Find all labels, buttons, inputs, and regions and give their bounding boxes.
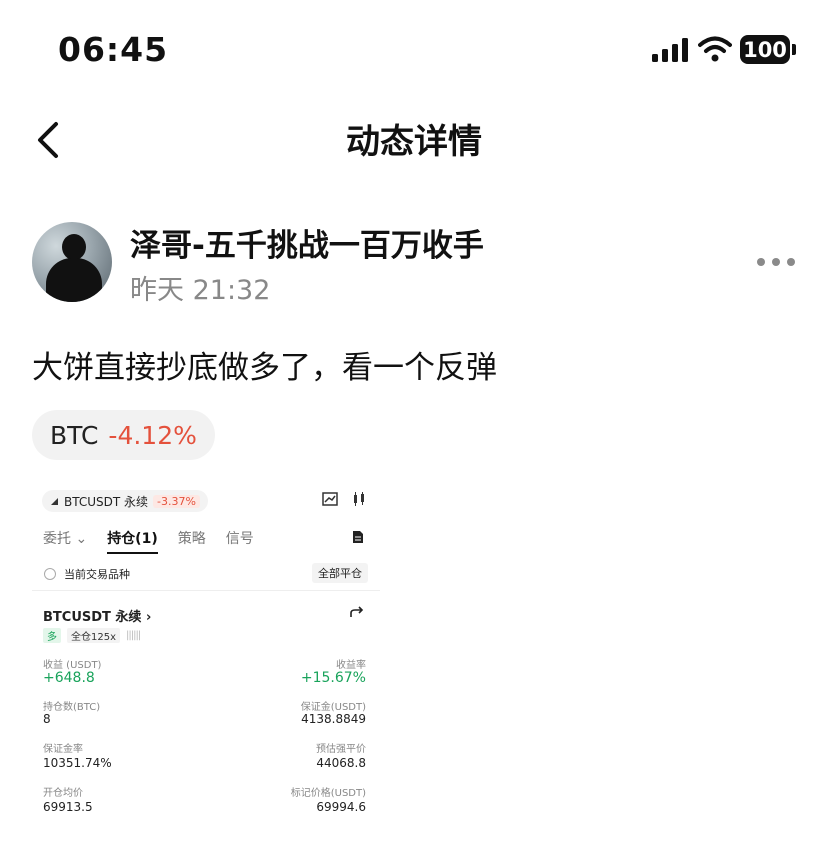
- cellular-signal-icon: [652, 38, 688, 62]
- margin-label: 保证金(USDT): [300, 702, 366, 713]
- pnl-value: +648.8: [43, 670, 95, 686]
- coin-tag[interactable]: BTC -4.12%: [32, 410, 215, 460]
- liq-value: 44068.8: [316, 756, 366, 770]
- status-bar: 06:45 100: [0, 0, 828, 100]
- tab-positions: 持仓(1): [107, 528, 158, 554]
- tab-signals: 信号: [225, 531, 254, 547]
- position-tabs: 委托 ⌄ 持仓(1) 策略 信号: [43, 528, 254, 554]
- tab-strategy: 策略: [177, 531, 206, 547]
- wifi-icon: [698, 36, 732, 62]
- side-badge: 多: [43, 628, 61, 643]
- position-badges: 多 全仓125x ||||||: [43, 628, 141, 643]
- nav-bar: 动态详情: [0, 100, 828, 176]
- roe-value: +15.67%: [300, 670, 366, 686]
- tab-orders: 委托 ⌄: [43, 531, 88, 547]
- attached-screenshot[interactable]: BTCUSDT 永续 -3.37% 委托 ⌄ 持仓(1) 策略 信号 当前交易品…: [32, 476, 380, 820]
- post-time: 昨天 21:32: [130, 275, 271, 306]
- more-icon[interactable]: [757, 258, 795, 266]
- filter-row: 当前交易品种 全部平仓: [32, 558, 380, 591]
- liq-label: 预估强平价: [316, 744, 366, 755]
- mark-label: 标记价格(USDT): [290, 788, 366, 799]
- author-name[interactable]: 泽哥-五千挑战一百万收手: [130, 220, 484, 265]
- post-content: 大饼直接抄底做多了，看一个反弹: [32, 350, 497, 386]
- size-value: 8: [43, 712, 51, 726]
- mark-value: 69994.6: [316, 800, 366, 814]
- risk-bars-icon: ||||||: [126, 630, 141, 641]
- entry-value: 69913.5: [43, 800, 93, 814]
- avatar[interactable]: [32, 222, 112, 302]
- document-icon: [353, 531, 363, 543]
- pair-pill: BTCUSDT 永续 -3.37%: [42, 490, 208, 512]
- filter-label: 当前交易品种: [64, 568, 130, 581]
- battery-icon: 100: [740, 35, 790, 64]
- size-label: 持仓数(BTC): [43, 702, 101, 713]
- margin-value: 4138.8849: [301, 712, 366, 726]
- battery-tip: [792, 44, 796, 55]
- page-title: 动态详情: [346, 122, 482, 162]
- position-title: BTCUSDT 永续 ›: [43, 610, 152, 625]
- candlestick-icon: [354, 492, 364, 506]
- pnl-label: 收益 (USDT): [43, 660, 102, 671]
- margin-mode-badge: 全仓125x: [67, 628, 121, 643]
- entry-label: 开仓均价: [43, 788, 83, 799]
- roe-label: 收益率: [336, 660, 366, 671]
- margin-ratio-label: 保证金率: [43, 744, 83, 755]
- chart-icon: [322, 492, 338, 506]
- pair-name: BTCUSDT 永续: [64, 494, 149, 509]
- close-all-button: 全部平仓: [312, 563, 368, 583]
- margin-ratio-value: 10351.74%: [43, 756, 112, 770]
- share-icon: [350, 606, 364, 617]
- coin-symbol: BTC: [50, 420, 99, 450]
- pair-change: -3.37%: [153, 494, 200, 508]
- chart-small-icon: [51, 497, 58, 505]
- status-time: 06:45: [58, 30, 169, 69]
- radio-icon: [44, 568, 56, 580]
- coin-change: -4.12%: [108, 420, 197, 450]
